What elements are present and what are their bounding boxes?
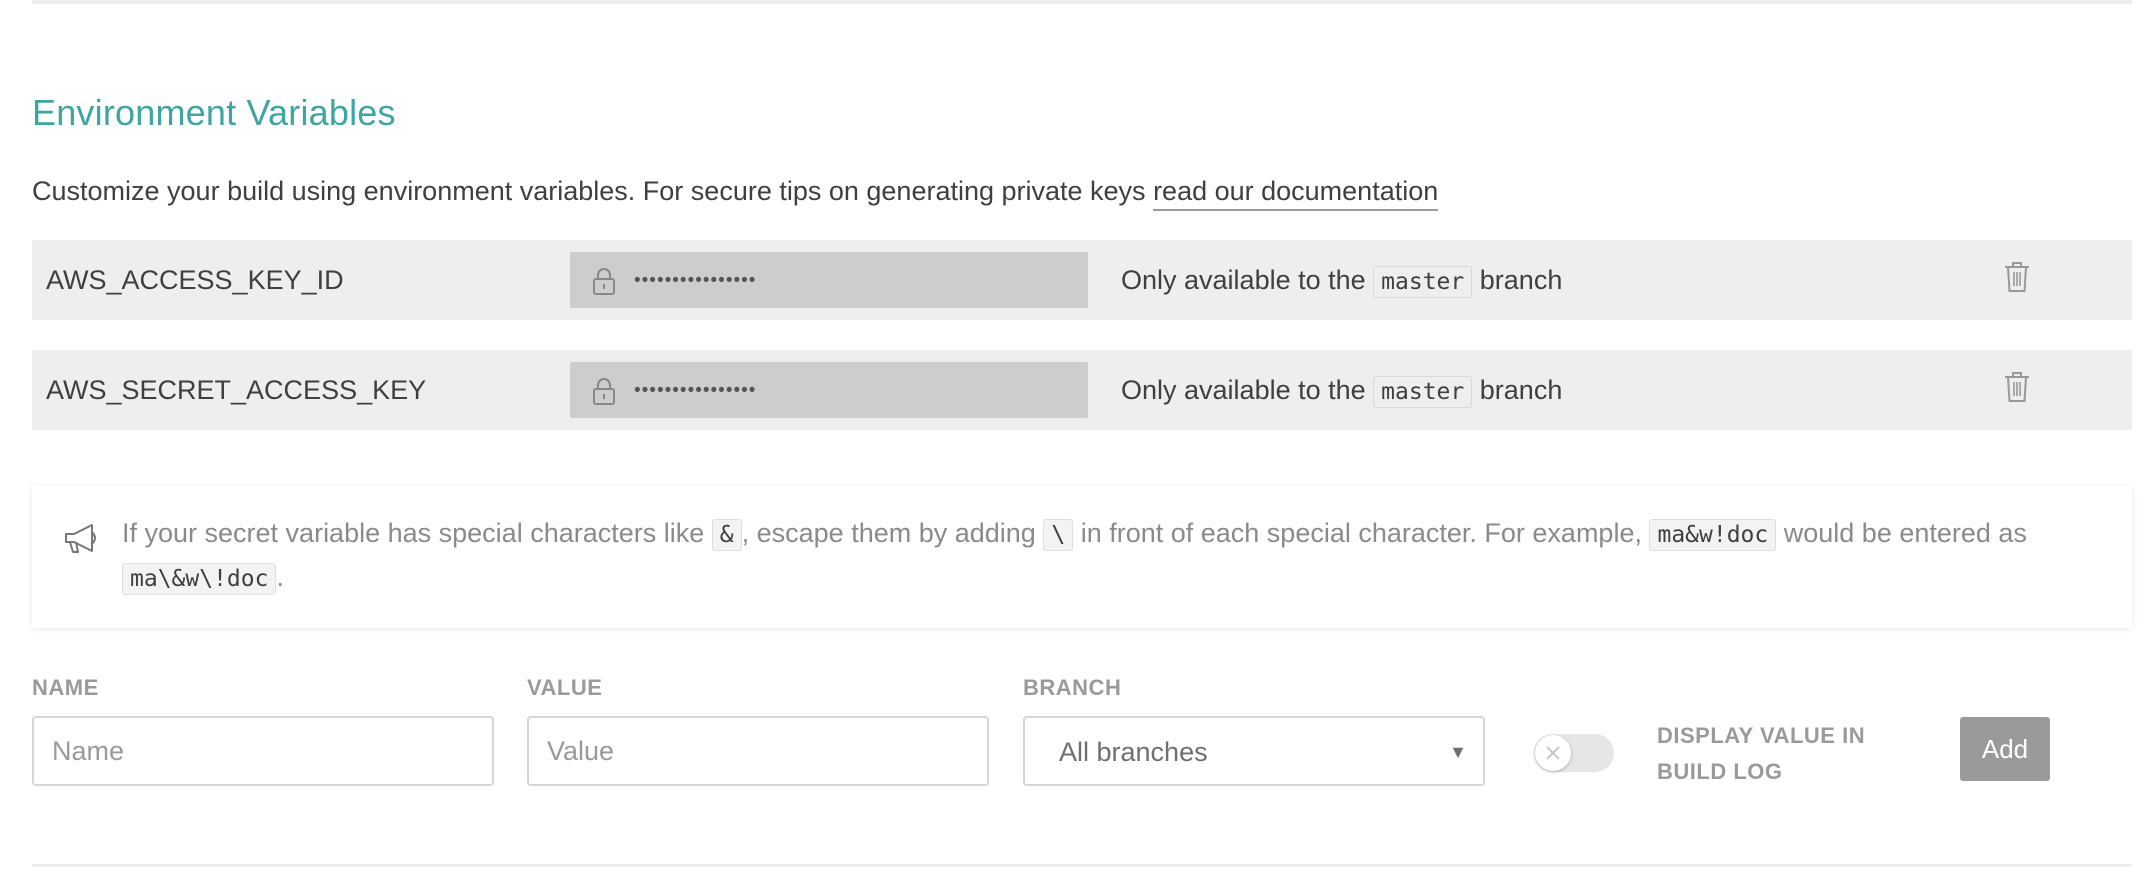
notice-code-example: ma&w!doc — [1649, 519, 1777, 551]
branch-prefix: Only available to the — [1121, 375, 1366, 405]
megaphone-icon — [65, 524, 96, 553]
display-value-label: DISPLAY VALUE IN BUILD LOG — [1657, 723, 1866, 784]
notice-code-escaped-example: ma\&w\!doc — [122, 563, 277, 595]
lock-icon — [593, 268, 615, 295]
toggle-knob — [1535, 735, 1571, 771]
trash-icon[interactable] — [2002, 260, 2032, 294]
notice-text: in front of each special character. For … — [1073, 518, 1650, 548]
notice-text: If your secret variable has special char… — [122, 518, 712, 548]
value-label: VALUE — [527, 675, 603, 700]
bottom-divider — [32, 864, 2132, 867]
section-title: Environment Variables — [32, 92, 396, 133]
env-var-row: AWS_ACCESS_KEY_ID •••••••••••••••• Only … — [32, 240, 2132, 320]
env-var-masked-value: •••••••••••••••• — [570, 252, 1088, 308]
notice-message: If your secret variable has special char… — [122, 512, 2112, 600]
notice-text: . — [276, 562, 284, 592]
notice-code-backslash: \ — [1043, 519, 1074, 551]
branch-select[interactable]: All branches ▼ — [1023, 716, 1485, 786]
name-label: NAME — [32, 675, 99, 700]
env-var-branch-info: Only available to the master branch — [1121, 240, 1562, 320]
notice-text: would be entered as — [1776, 518, 2027, 548]
env-var-name: AWS_ACCESS_KEY_ID — [46, 265, 344, 295]
branch-label: BRANCH — [1023, 675, 1122, 700]
name-input[interactable] — [32, 716, 494, 786]
display-value-toggle[interactable] — [1534, 734, 1614, 772]
notice-code-ampersand: & — [711, 519, 742, 551]
branch-suffix: branch — [1479, 265, 1563, 295]
env-var-masked-value: •••••••••••••••• — [570, 362, 1088, 418]
env-var-branch-info: Only available to the master branch — [1121, 350, 1562, 430]
add-button[interactable]: Add — [1960, 717, 2050, 781]
branch-prefix: Only available to the — [1121, 265, 1366, 295]
masked-dots: •••••••••••••••• — [634, 270, 757, 291]
env-var-row: AWS_SECRET_ACCESS_KEY •••••••••••••••• O… — [32, 350, 2132, 430]
lock-icon — [593, 378, 615, 405]
documentation-link[interactable]: read our documentation — [1153, 176, 1439, 211]
close-x-icon — [1546, 746, 1560, 760]
env-var-name: AWS_SECRET_ACCESS_KEY — [46, 375, 427, 405]
trash-icon[interactable] — [2002, 370, 2032, 404]
top-divider — [32, 0, 2132, 4]
branch-suffix: branch — [1479, 375, 1563, 405]
special-characters-notice: If your secret variable has special char… — [32, 486, 2132, 628]
branch-select-value: All branches — [1059, 737, 1208, 767]
notice-text: , escape them by adding — [741, 518, 1044, 548]
branch-code: master — [1373, 376, 1473, 408]
masked-dots: •••••••••••••••• — [634, 380, 757, 401]
value-input[interactable] — [527, 716, 989, 786]
section-intro: Customize your build using environment v… — [32, 176, 1439, 211]
caret-down-icon: ▼ — [1449, 742, 1467, 762]
branch-code: master — [1373, 266, 1473, 298]
intro-text: Customize your build using environment v… — [32, 176, 1154, 206]
env-vars-settings-page: Environment Variables Customize your bui… — [0, 0, 2154, 872]
